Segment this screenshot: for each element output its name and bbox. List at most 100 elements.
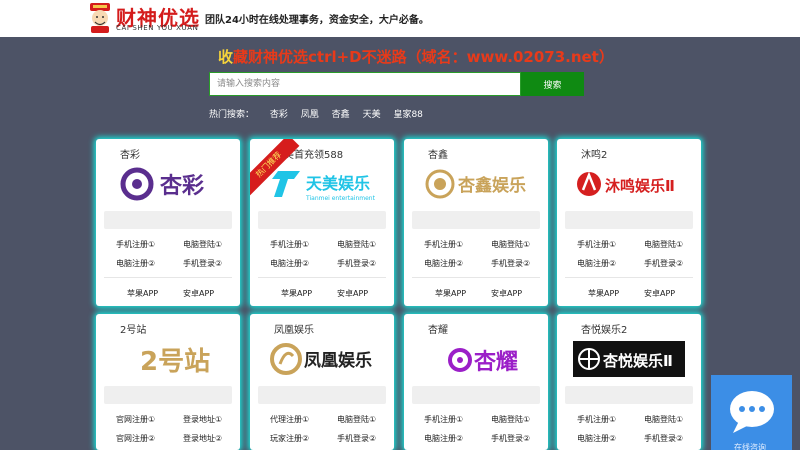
card-link[interactable]: 手机注册① xyxy=(577,239,616,250)
card-logo[interactable]: 凤凰娱乐 xyxy=(260,338,384,380)
card-info-bar xyxy=(412,211,540,229)
card-logo[interactable]: 天美娱乐 Tianmei entertainment xyxy=(260,163,384,205)
android-app-link[interactable]: 安卓APP xyxy=(183,288,214,299)
card-title: 凤凰娱乐 xyxy=(274,325,314,336)
card-link[interactable]: 代理注册① xyxy=(270,414,309,425)
site-card-tianmei: 天美首充领588 热门推荐 天美娱乐 Tianmei entertainment… xyxy=(250,139,394,306)
card-link[interactable]: 手机登录② xyxy=(491,258,530,269)
site-card-2hao: 2号站 2号站 官网注册① 登录地址① 官网注册② 登录地址② xyxy=(96,314,240,450)
card-link[interactable]: 电脑登陆① xyxy=(183,239,222,250)
card-divider xyxy=(104,277,232,278)
card-link[interactable]: 手机注册① xyxy=(116,239,155,250)
card-link[interactable]: 手机登录② xyxy=(337,258,376,269)
site-card-xingcai: 杏彩 杏彩 手机注册① 电脑登陆① 电脑注册② 手机登录② 苹果APP 安卓AP… xyxy=(96,139,240,306)
card-title: 杏悦娱乐2 xyxy=(581,325,628,336)
hot-search-item[interactable]: 杏彩 xyxy=(270,110,288,120)
banner-first-char: 收 xyxy=(218,48,234,66)
hot-search-item[interactable]: 皇家88 xyxy=(393,110,422,120)
card-logo-text: 2号站 xyxy=(140,347,210,377)
hot-search-item[interactable]: 凤凰 xyxy=(301,110,319,120)
site-card-xingxin: 杏鑫 杏鑫娱乐 手机注册① 电脑登陆① 电脑注册② 手机登录② 苹果APP 安卓… xyxy=(404,139,548,306)
god-of-wealth-icon xyxy=(90,3,110,33)
chat-label: 在线咨询 xyxy=(734,443,766,450)
card-link[interactable]: 登录地址② xyxy=(183,433,222,444)
card-logo[interactable]: 沐鸣娱乐Ⅱ xyxy=(567,163,691,205)
card-logo-text: 凤凰娱乐 xyxy=(304,350,372,371)
ios-app-link[interactable]: 苹果APP xyxy=(435,288,466,299)
card-link[interactable]: 电脑登陆① xyxy=(337,414,376,425)
site-card-fenghuang: 凤凰娱乐 凤凰娱乐 代理注册① 电脑登陆① 玩家注册② 手机登录② xyxy=(250,314,394,450)
card-divider xyxy=(565,277,693,278)
search-button[interactable]: 搜索 xyxy=(521,72,584,96)
card-link[interactable]: 手机登录② xyxy=(183,258,222,269)
card-link[interactable]: 电脑注册② xyxy=(577,258,616,269)
site-card-xingyao: 杏耀 杏耀 手机注册① 电脑登陆① 电脑注册② 手机登录② xyxy=(404,314,548,450)
banner-text: 藏财神优选ctrl+D不迷路（域名：www.02073.net） xyxy=(233,48,614,66)
card-link[interactable]: 电脑注册② xyxy=(424,433,463,444)
ios-app-link[interactable]: 苹果APP xyxy=(281,288,312,299)
logo-subtitle: CAI SHEN YOU XUAN xyxy=(116,24,199,32)
card-title: 杏耀 xyxy=(428,325,448,336)
card-logo-text: 天美娱乐 xyxy=(306,174,370,193)
card-link[interactable]: 登录地址① xyxy=(183,414,222,425)
card-info-bar xyxy=(104,211,232,229)
card-info-bar xyxy=(565,211,693,229)
card-divider xyxy=(258,277,386,278)
search-input[interactable] xyxy=(209,72,521,96)
hot-search-item[interactable]: 天美 xyxy=(363,110,381,120)
card-link[interactable]: 电脑登陆① xyxy=(491,414,530,425)
card-logo[interactable]: 杏悦娱乐Ⅱ xyxy=(567,338,691,380)
card-logo[interactable]: 杏彩 xyxy=(106,163,230,205)
ios-app-link[interactable]: 苹果APP xyxy=(588,288,619,299)
card-link[interactable]: 手机注册① xyxy=(424,414,463,425)
site-logo[interactable]: 财神优选 CAI SHEN YOU XUAN xyxy=(86,3,199,34)
hot-search-item[interactable]: 杏鑫 xyxy=(332,110,350,120)
card-link[interactable]: 手机注册① xyxy=(424,239,463,250)
card-info-bar xyxy=(258,386,386,404)
card-link[interactable]: 官网注册① xyxy=(116,414,155,425)
card-link[interactable]: 手机注册① xyxy=(270,239,309,250)
tagline: 团队24小时在线处理事务，资金安全，大户必备。 xyxy=(205,15,429,26)
card-logo-subtext: Tianmei entertainment xyxy=(305,195,376,202)
card-info-bar xyxy=(104,386,232,404)
card-title: 杏彩 xyxy=(120,150,140,161)
card-link[interactable]: 手机登录② xyxy=(644,258,683,269)
card-link[interactable]: 手机登录② xyxy=(644,433,683,444)
hot-search: 热门搜索： 杏彩 凤凰 杏鑫 天美 皇家88 xyxy=(209,107,433,120)
card-title: 2号站 xyxy=(120,325,147,336)
card-link[interactable]: 电脑注册② xyxy=(577,433,616,444)
card-divider xyxy=(412,277,540,278)
android-app-link[interactable]: 安卓APP xyxy=(644,288,675,299)
card-logo[interactable]: 2号站 xyxy=(106,338,230,380)
card-link[interactable]: 手机登录② xyxy=(491,433,530,444)
card-link[interactable]: 电脑登陆① xyxy=(491,239,530,250)
top-bar: 财神优选 CAI SHEN YOU XUAN 团队24小时在线处理事务，资金安全… xyxy=(0,0,800,37)
card-link[interactable]: 电脑登陆① xyxy=(644,414,683,425)
card-link[interactable]: 电脑注册② xyxy=(424,258,463,269)
chat-bubble-icon xyxy=(730,391,774,433)
android-app-link[interactable]: 安卓APP xyxy=(337,288,368,299)
card-link[interactable]: 手机注册① xyxy=(577,414,616,425)
card-logo-text: 沐鸣娱乐Ⅱ xyxy=(605,177,675,195)
card-logo[interactable]: 杏鑫娱乐 xyxy=(414,163,538,205)
card-logo-text: 杏鑫娱乐 xyxy=(458,175,526,196)
card-link[interactable]: 官网注册② xyxy=(116,433,155,444)
site-card-muming: 沐鸣2 沐鸣娱乐Ⅱ 手机注册① 电脑登陆① 电脑注册② 手机登录② 苹果APP … xyxy=(557,139,701,306)
card-info-bar xyxy=(412,386,540,404)
ios-app-link[interactable]: 苹果APP xyxy=(127,288,158,299)
card-title: 杏鑫 xyxy=(428,150,448,161)
card-link[interactable]: 电脑注册② xyxy=(116,258,155,269)
card-link[interactable]: 电脑登陆① xyxy=(337,239,376,250)
card-logo-text: 杏悦娱乐Ⅱ xyxy=(602,352,673,370)
site-card-xingyue: 杏悦娱乐2 杏悦娱乐Ⅱ 手机注册① 电脑登陆① 电脑注册② 手机登录② xyxy=(557,314,701,450)
card-logo-text: 杏彩 xyxy=(160,174,204,199)
card-link[interactable]: 电脑注册② xyxy=(270,258,309,269)
card-logo[interactable]: 杏耀 xyxy=(414,338,538,380)
card-link[interactable]: 电脑登陆① xyxy=(644,239,683,250)
card-link[interactable]: 手机登录② xyxy=(337,433,376,444)
online-chat-button[interactable]: 在线咨询 xyxy=(711,375,792,450)
card-info-bar xyxy=(565,386,693,404)
card-link[interactable]: 玩家注册② xyxy=(270,433,309,444)
android-app-link[interactable]: 安卓APP xyxy=(491,288,522,299)
bookmark-banner: 收藏财神优选ctrl+D不迷路（域名：www.02073.net） xyxy=(218,46,614,67)
